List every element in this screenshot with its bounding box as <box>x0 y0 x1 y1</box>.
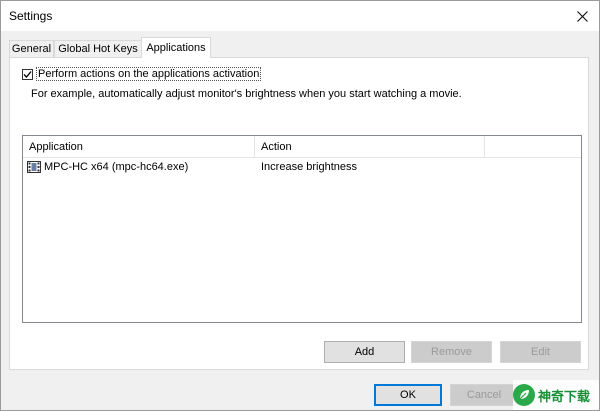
list-item[interactable]: MPC-HC x64 (mpc-hc64.exe) Increase brigh… <box>23 158 581 176</box>
edit-button[interactable]: Edit <box>500 341 581 363</box>
applications-list[interactable]: Application Action MPC-HC x64 (mpc-hc64.… <box>22 135 582 323</box>
checkmark-icon <box>23 70 32 78</box>
title-bar: Settings <box>1 1 599 31</box>
film-icon <box>27 160 41 174</box>
action-cell: Increase brightness <box>261 161 357 173</box>
close-button[interactable] <box>565 1 599 31</box>
cancel-button[interactable]: Cancel <box>450 384 518 406</box>
activation-checkbox-row[interactable]: Perform actions on the applications acti… <box>22 67 262 81</box>
ok-button[interactable]: OK <box>374 384 442 406</box>
column-header-application[interactable]: Application <box>23 136 255 157</box>
leaf-badge-icon <box>513 384 535 406</box>
tab-strip: General Global Hot Keys Applications <box>9 37 591 58</box>
column-header-action[interactable]: Action <box>255 136 485 157</box>
applications-panel: Perform actions on the applications acti… <box>9 57 589 370</box>
window-title: Settings <box>9 9 53 23</box>
close-icon <box>576 10 588 22</box>
activation-checkbox[interactable] <box>22 68 33 80</box>
tab-applications[interactable]: Applications <box>141 37 211 58</box>
watermark: 神奇下载 <box>513 380 599 410</box>
remove-button[interactable]: Remove <box>411 341 492 363</box>
description-text: For example, automatically adjust monito… <box>31 88 462 100</box>
list-header: Application Action <box>23 136 581 158</box>
watermark-text: 神奇下载 <box>538 389 591 405</box>
add-button[interactable]: Add <box>324 341 405 363</box>
tab-general[interactable]: General <box>9 40 54 57</box>
settings-window: Settings General Global Hot Keys Applica… <box>0 0 600 411</box>
activation-checkbox-label[interactable]: Perform actions on the applications acti… <box>36 67 262 81</box>
application-name: MPC-HC x64 (mpc-hc64.exe) <box>44 161 189 173</box>
tab-global-hot-keys[interactable]: Global Hot Keys <box>54 40 142 57</box>
application-cell: MPC-HC x64 (mpc-hc64.exe) <box>27 158 188 176</box>
